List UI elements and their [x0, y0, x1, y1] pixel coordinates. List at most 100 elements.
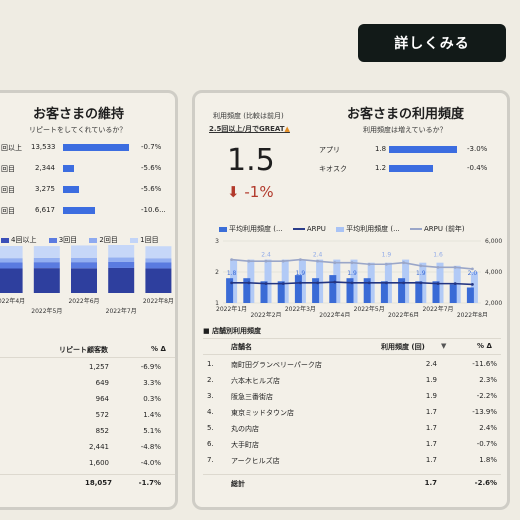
arpu-prev-line-point [230, 258, 233, 261]
arpu-line-point [436, 282, 440, 286]
store-row-name[interactable]: 東京ミッドタウン店 [231, 408, 294, 418]
stacked-bar-segment [108, 257, 135, 262]
sort-desc-icon[interactable]: ▼ [441, 342, 446, 350]
frequency-combo-chart: 1232,0004,0006,0001.82.41.92.41.91.91.91… [215, 238, 502, 317]
stacked-bar-segment [0, 268, 23, 293]
arpu-line-point [230, 281, 233, 285]
frequency-bar [380, 281, 388, 303]
repeat-table-value: 852 [95, 427, 109, 435]
y-tick-label: 2 [215, 269, 219, 276]
repeat-row-value: 13,533 [31, 143, 56, 151]
arpu-line-point [316, 281, 319, 285]
stacked-bar-segment [0, 258, 23, 263]
store-row-delta: 2.4% [479, 424, 497, 432]
store-row-name[interactable]: アークヒルズ店 [231, 456, 280, 466]
col-header-store: 店舗名 [231, 343, 252, 351]
data-label: 1.9 [416, 270, 426, 277]
col-header-delta: % Δ [151, 345, 166, 353]
divider [203, 354, 501, 355]
data-label: 2.4 [313, 252, 323, 259]
arpu-line-point [247, 281, 251, 285]
store-row-frequency: 1.7 [425, 408, 437, 416]
x-tick-label: 2022年7月 [422, 305, 453, 313]
repeat-row-change: -5.6% [141, 164, 162, 172]
repeat-table-value: 2,441 [88, 443, 109, 451]
store-section-title: ■ 店舗別利用頻度 [203, 327, 262, 335]
retention-panel: お客さまの維持 リピートをしてくれているか？ 回以上 13,533 -0.7% 回目 2… [0, 90, 178, 510]
store-row-frequency: 1.9 [425, 376, 437, 384]
store-row-delta: 2.3% [479, 376, 497, 384]
arpu-line-point [453, 282, 457, 286]
repeat-row-label: 回目 [1, 165, 15, 173]
stacked-bar-segment [108, 245, 135, 258]
stacked-bar-segment [108, 267, 135, 293]
stacked-bar-segment [145, 262, 172, 269]
store-row-rank: 2. [207, 376, 214, 384]
col-header-delta: % Δ [477, 342, 492, 350]
arpu-prev-line-point [402, 261, 405, 265]
repeat-row-change: -0.7% [141, 143, 162, 151]
total-value: 18,057 [85, 479, 113, 487]
repeat-table-value: 649 [95, 379, 109, 387]
x-tick-label: 2022年8月 [143, 297, 174, 305]
arrow-down-icon: ⬇ [227, 183, 240, 201]
repeat-table-delta: 5.1% [143, 427, 161, 435]
arpu-prev-line-point [436, 265, 440, 269]
arpu-prev-line-point [453, 265, 457, 269]
x-tick-label: 2022年4月 [0, 297, 25, 305]
repeat-table-value: 964 [95, 395, 109, 403]
details-button[interactable]: 詳しくみる [358, 24, 506, 62]
retention-stacked-chart: 2022年4月 2022年5月 2022年6月 2022年7月 2022年8月 [0, 245, 174, 315]
frequency-subtitle: 利用頻度は増えているか？ [363, 126, 447, 134]
x-tick-label: 2022年5月 [31, 307, 62, 315]
data-label: 1.6 [433, 252, 443, 259]
data-label: 2.4 [261, 252, 271, 259]
store-row-delta: -2.2% [476, 392, 497, 400]
total-label: 総計 [231, 480, 245, 488]
store-row-rank: 4. [207, 408, 214, 416]
store-row-name[interactable]: 丸の内店 [231, 424, 259, 434]
store-row-name[interactable]: 六本木ヒルズ店 [231, 376, 280, 386]
repeat-table-value: 1,600 [88, 459, 109, 467]
y2-tick-label: 2,000 [485, 300, 502, 307]
repeat-row-value: 2,344 [34, 164, 55, 172]
channel-change: -3.0% [467, 145, 488, 153]
x-tick-label: 2022年8月 [457, 311, 488, 317]
arpu-prev-line-point [247, 259, 251, 263]
store-row-delta: -0.7% [476, 440, 497, 448]
x-tick-label: 2022年2月 [250, 311, 281, 317]
repeat-row-bar [63, 186, 79, 193]
frequency-bar [294, 275, 302, 303]
frequency-bar [329, 275, 337, 303]
col-header-frequency: 利用頻度 (回) [381, 343, 425, 351]
channel-change: -0.4% [467, 164, 488, 172]
store-row-name[interactable]: 阪急三番街店 [231, 392, 273, 402]
repeat-row-label: 回目 [1, 207, 15, 215]
repeat-table-delta: 3.3% [143, 379, 161, 387]
stacked-bar-segment [0, 245, 23, 259]
stacked-bar-segment [71, 245, 97, 258]
arpu-prev-line-point [419, 264, 423, 268]
store-row-name[interactable]: 南町田グランベリーパーク店 [231, 360, 322, 370]
repeat-table-delta: 0.3% [143, 395, 161, 403]
arpu-line-point [471, 283, 474, 286]
divider [203, 338, 501, 339]
stacked-bar-segment [145, 268, 172, 293]
store-row-frequency: 1.9 [425, 392, 437, 400]
repeat-row-value: 6,617 [34, 206, 55, 214]
col-header-repeat: リピート顧客数 [59, 346, 108, 354]
channel-bar [389, 146, 457, 153]
y2-tick-label: 4,000 [485, 269, 502, 276]
store-row-name[interactable]: 大手町店 [231, 440, 259, 450]
total-frequency: 1.7 [424, 479, 437, 487]
x-tick-label: 2022年7月 [106, 307, 137, 315]
stacked-bar-segment [33, 268, 60, 293]
arpu-prev-line-point [299, 258, 302, 261]
data-label: 1.9 [382, 252, 392, 259]
arpu-line-point [264, 282, 268, 286]
stacked-bar-segment [33, 257, 60, 263]
retention-subtitle: リピートをしてくれているか？ [29, 126, 127, 134]
stacked-bar-segment [33, 246, 60, 258]
stacked-bar-segment [71, 257, 97, 263]
data-label: 1.9 [347, 270, 357, 277]
